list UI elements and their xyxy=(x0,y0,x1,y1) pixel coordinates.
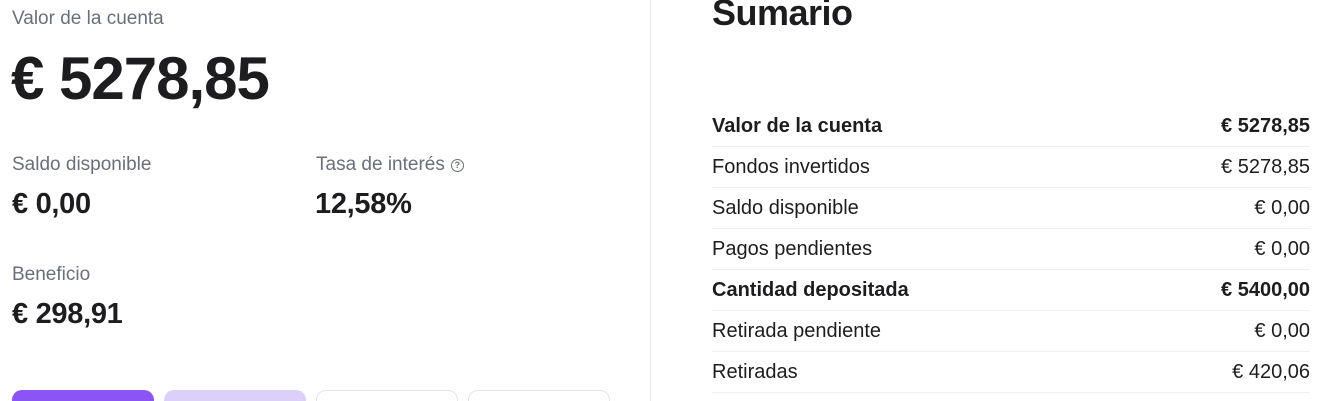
summary-row-label: Cantidad depositada xyxy=(712,278,909,301)
summary-row-pending-withdrawal: Retirada pendiente € 0,00 xyxy=(712,311,1310,352)
summary-row-label: Fondos invertidos xyxy=(712,155,870,178)
summary-row-label: Retirada pendiente xyxy=(712,319,882,342)
outline-action-button-1[interactable] xyxy=(316,390,458,401)
account-overview-page: Valor de la cuenta € 5278,85 Saldo dispo… xyxy=(0,0,1330,401)
summary-panel: Sumario Valor de la cuenta € 5278,85 Fon… xyxy=(712,0,1310,401)
profit-label: Beneficio xyxy=(12,264,91,285)
summary-row-value: € 5400,00 xyxy=(1221,278,1310,301)
secondary-action-button[interactable] xyxy=(164,390,306,401)
summary-row-pending-payments: Pagos pendientes € 0,00 xyxy=(712,229,1310,270)
account-value-panel: Valor de la cuenta € 5278,85 Saldo dispo… xyxy=(0,0,650,401)
available-balance-value: € 0,00 xyxy=(12,188,91,220)
info-icon[interactable]: ? xyxy=(450,158,464,172)
profit-value: € 298,91 xyxy=(12,298,123,330)
outline-action-button-2[interactable] xyxy=(468,390,610,401)
interest-rate-value: 12,58% xyxy=(315,188,412,220)
summary-row-label: Saldo disponible xyxy=(712,196,859,219)
summary-row-value: € 420,06 xyxy=(1232,360,1310,383)
summary-row-deposited-amount: Cantidad depositada € 5400,00 xyxy=(712,270,1310,311)
summary-row-value: € 0,00 xyxy=(1254,237,1310,260)
summary-row-value: € 5278,85 xyxy=(1221,114,1310,137)
summary-row-value: € 5278,85 xyxy=(1221,155,1310,178)
interest-rate-label-group: Tasa de interés ? xyxy=(316,154,464,176)
interest-rate-label: Tasa de interés xyxy=(316,154,445,175)
summary-row-account-value: Valor de la cuenta € 5278,85 xyxy=(712,106,1310,147)
summary-row-invested-funds: Fondos invertidos € 5278,85 xyxy=(712,147,1310,188)
summary-row-available-balance: Saldo disponible € 0,00 xyxy=(712,188,1310,229)
account-value: € 5278,85 xyxy=(11,45,270,112)
primary-action-button[interactable] xyxy=(12,390,154,401)
panel-divider xyxy=(650,0,651,401)
summary-row-value: € 0,00 xyxy=(1254,196,1310,219)
account-value-label: Valor de la cuenta xyxy=(12,8,164,29)
summary-row-withdrawals: Retiradas € 420,06 xyxy=(712,352,1310,393)
summary-title: Sumario xyxy=(712,0,853,33)
summary-row-label: Retiradas xyxy=(712,360,798,383)
summary-row-label: Pagos pendientes xyxy=(712,237,873,260)
summary-row-value: € 0,00 xyxy=(1254,319,1310,342)
available-balance-label: Saldo disponible xyxy=(12,154,152,175)
summary-table: Valor de la cuenta € 5278,85 Fondos inve… xyxy=(712,106,1310,393)
summary-row-label: Valor de la cuenta xyxy=(712,114,883,137)
